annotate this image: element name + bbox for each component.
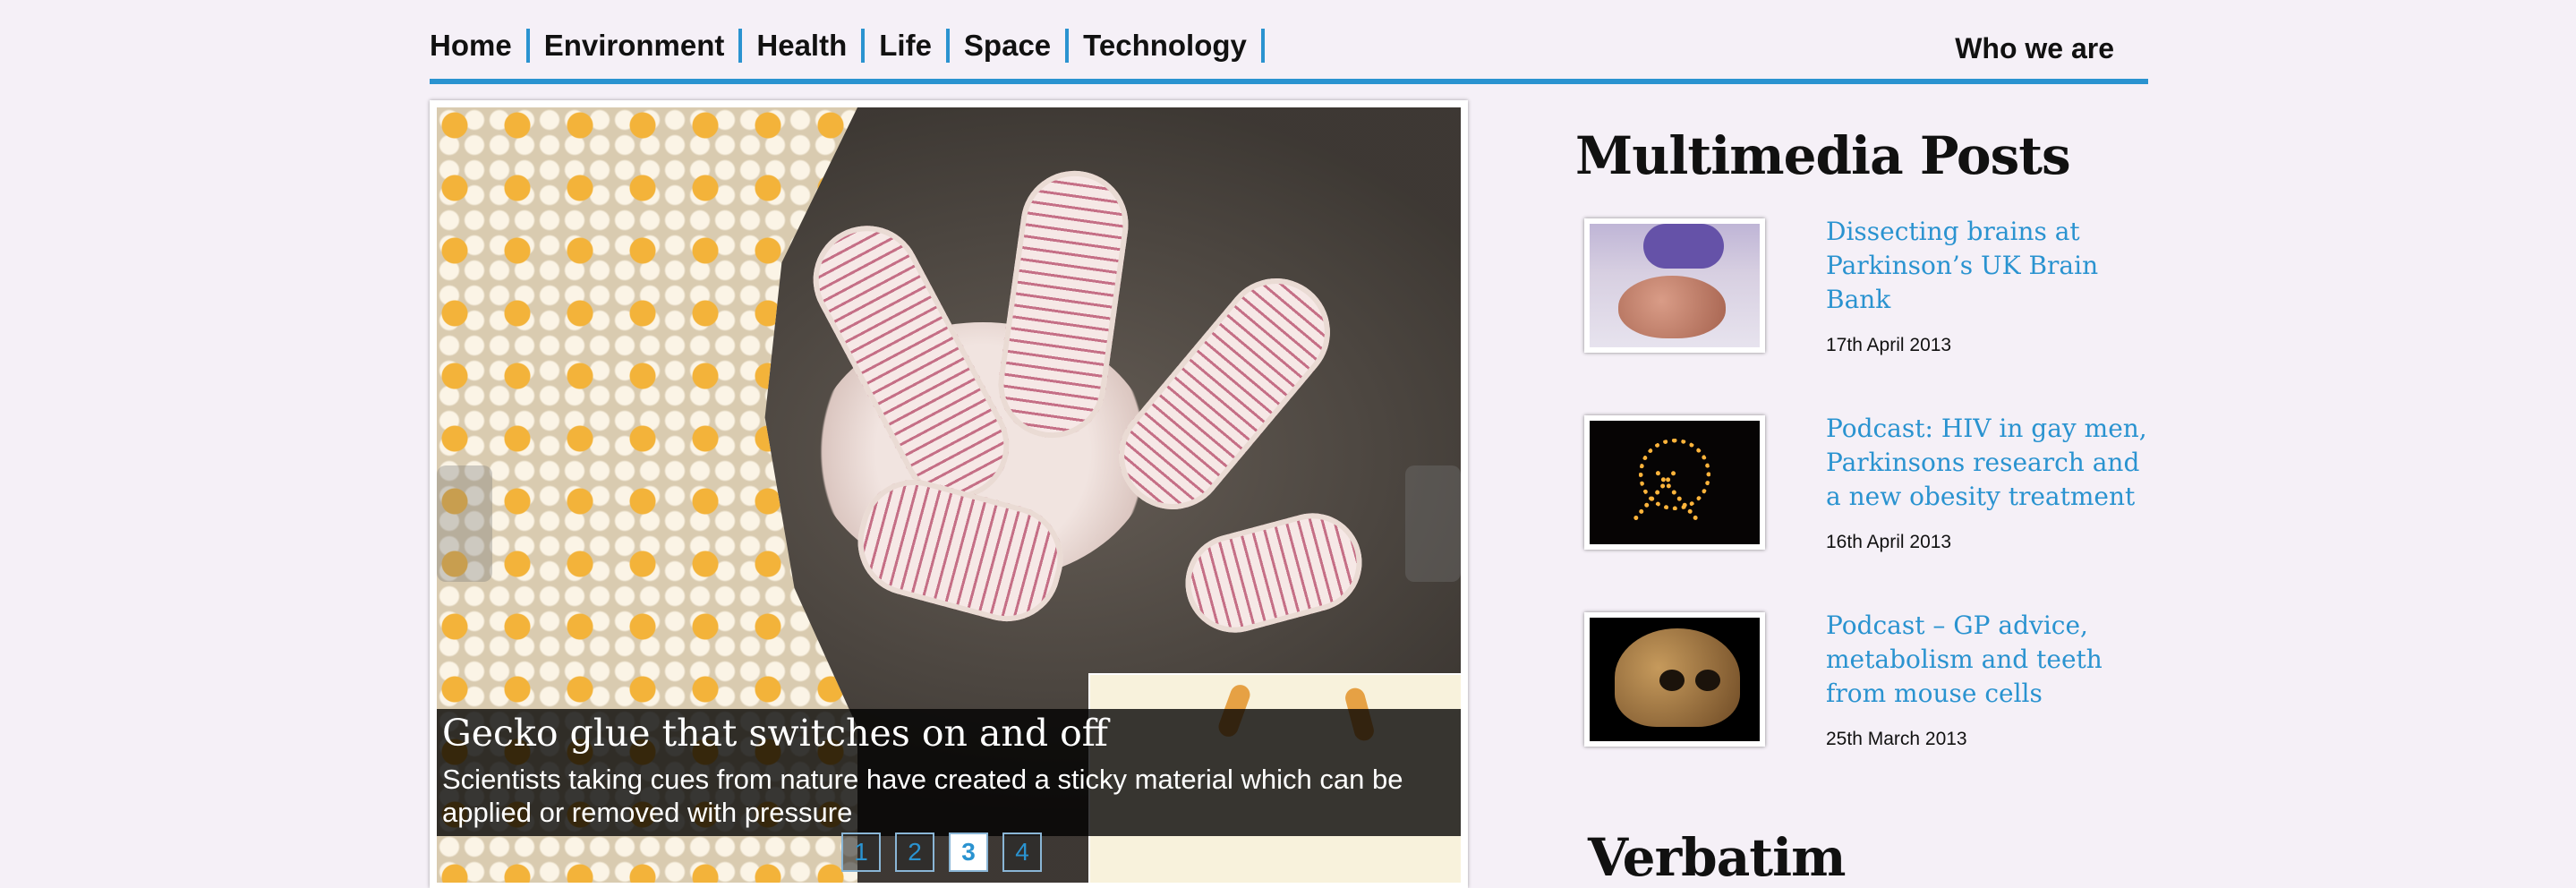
post-thumbnail-skull[interactable] xyxy=(1584,612,1765,747)
slide-caption-text: Scientists taking cues from nature have … xyxy=(442,764,1403,828)
multimedia-post: Podcast: HIV in gay men, Parkinsons rese… xyxy=(1581,412,2154,591)
post-thumbnail-brain[interactable] xyxy=(1584,218,1765,353)
eye-socket xyxy=(1695,670,1720,691)
verbatim-heading: Verbatim xyxy=(1588,827,1846,888)
post-thumbnail-ribbon[interactable] xyxy=(1584,415,1765,550)
nav-item-life[interactable]: Life xyxy=(879,29,950,63)
glove-shape xyxy=(1643,224,1724,269)
slider-page-1[interactable]: 1 xyxy=(841,832,881,872)
slider-page-3[interactable]: 3 xyxy=(949,832,988,872)
nav-item-technology[interactable]: Technology xyxy=(1083,29,1265,63)
slider-prev-button[interactable] xyxy=(437,465,492,582)
slide-caption: Gecko glue that switches on and off Scie… xyxy=(437,709,1461,836)
eye-socket xyxy=(1659,670,1685,691)
nav-item-home[interactable]: Home xyxy=(430,29,530,63)
brain-shape xyxy=(1618,276,1726,338)
post-date: 16th April 2013 xyxy=(1826,532,1952,552)
nav-item-environment[interactable]: Environment xyxy=(544,29,743,63)
ribbon-candles-image xyxy=(1590,421,1760,544)
slider-pager: 1 2 3 4 xyxy=(841,832,1056,872)
multimedia-post: Podcast – GP advice, metabolism and teet… xyxy=(1581,609,2154,788)
slider-page-2[interactable]: 2 xyxy=(895,832,934,872)
post-date: 25th March 2013 xyxy=(1826,729,1967,749)
post-date: 17th April 2013 xyxy=(1826,335,1952,355)
nav-item-who-we-are[interactable]: Who we are xyxy=(1955,32,2114,65)
multimedia-post: Dissecting brains at Parkinson’s UK Brai… xyxy=(1581,215,2154,394)
slider-page-4[interactable]: 4 xyxy=(1002,832,1042,872)
nav-list: Home Environment Health Life Space Techn… xyxy=(430,29,1265,63)
top-nav: Home Environment Health Life Space Techn… xyxy=(430,25,2148,84)
slide-caption-title[interactable]: Gecko glue that switches on and off xyxy=(442,709,1108,757)
slider-next-button[interactable] xyxy=(1405,465,1461,582)
post-title-link[interactable]: Podcast: HIV in gay men, Parkinsons rese… xyxy=(1826,412,2148,514)
nav-item-health[interactable]: Health xyxy=(756,29,866,63)
nav-item-space[interactable]: Space xyxy=(964,29,1070,63)
multimedia-posts-heading: Multimedia Posts xyxy=(1575,125,2071,186)
featured-slider: Gecko glue that switches on and off Scie… xyxy=(430,100,1468,888)
post-title-link[interactable]: Dissecting brains at Parkinson’s UK Brai… xyxy=(1826,215,2148,317)
skull-image xyxy=(1590,618,1760,741)
post-title-link[interactable]: Podcast – GP advice, metabolism and teet… xyxy=(1826,609,2148,711)
gecko-toe xyxy=(1174,501,1373,645)
brain-image xyxy=(1590,224,1760,347)
